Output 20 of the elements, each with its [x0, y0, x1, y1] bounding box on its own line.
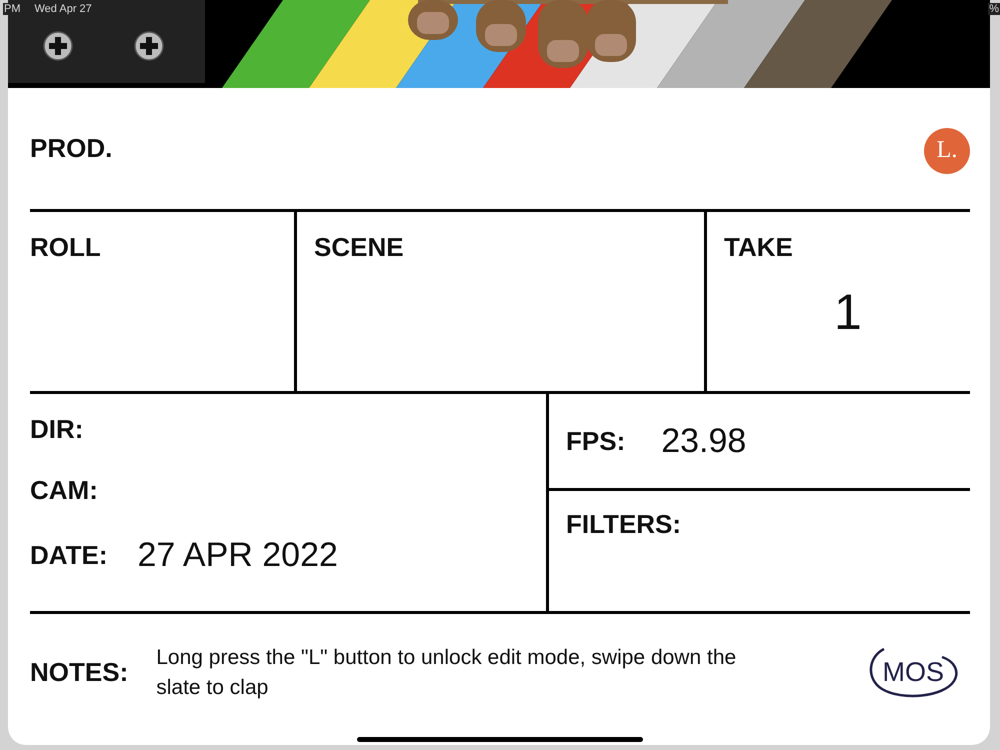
fps-value: 23.98 [661, 422, 746, 460]
prod-label: PROD. [30, 133, 112, 164]
status-date: Wed Apr 27 [34, 3, 93, 15]
dir-label: DIR: [30, 414, 84, 445]
fps-label: FPS: [566, 426, 626, 456]
roll-label: ROLL [30, 232, 101, 262]
screw-icon [134, 31, 164, 61]
mos-button[interactable]: MOS [864, 643, 962, 702]
screw-icon [43, 31, 73, 61]
notes-label: NOTES: [30, 657, 128, 688]
battery-percent: % [988, 3, 1000, 15]
cam-label: CAM: [30, 475, 99, 506]
scene-label: SCENE [314, 232, 404, 262]
notes-text: Long press the "L" button to unlock edit mode, swipe down the slate to clap [156, 645, 738, 700]
filters-label: FILTERS: [566, 509, 682, 539]
date-value: 27 APR 2022 [138, 536, 338, 575]
take-value: 1 [834, 283, 862, 341]
status-time: PM [3, 3, 22, 15]
date-label: DATE: [30, 540, 108, 571]
take-label: TAKE [724, 232, 794, 263]
